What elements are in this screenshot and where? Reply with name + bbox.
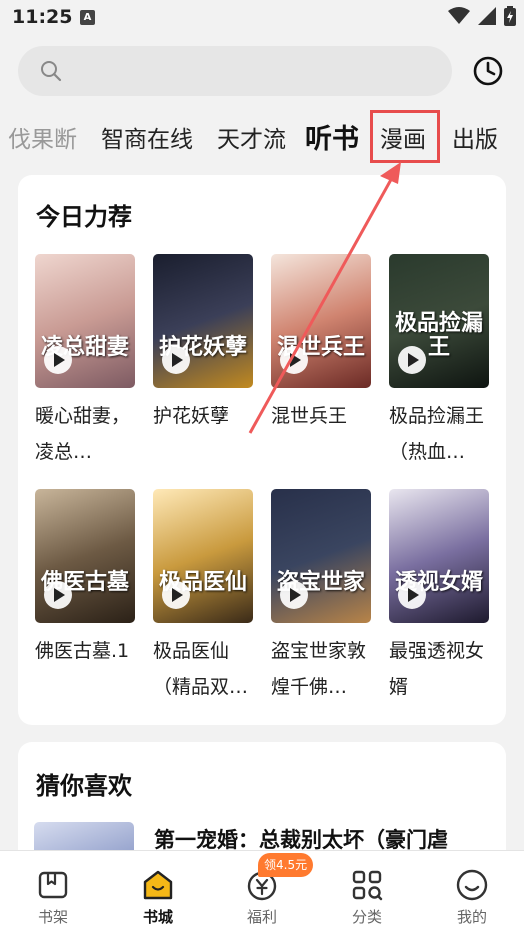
history-button[interactable]	[470, 53, 506, 89]
book-title: 极品捡漏王（热血…	[389, 405, 485, 463]
tab-item[interactable]: 智商在线	[101, 120, 193, 154]
notification-icon: A	[80, 10, 95, 25]
wifi-icon	[448, 7, 470, 24]
book-title: 混世兵王	[271, 405, 348, 427]
book-item[interactable]: 极品医仙 极品医仙（精品双…	[153, 489, 255, 705]
nav-label: 分类	[351, 908, 382, 926]
book-item[interactable]: 佛医古墓 佛医古墓.1	[35, 489, 137, 705]
book-title: 佛医古墓.1	[35, 640, 130, 662]
tab-item[interactable]: 天才流	[217, 120, 286, 154]
book-cover[interactable]: 混世兵王	[271, 254, 371, 388]
book-cover[interactable]: 盗宝世家	[271, 489, 371, 623]
book-cover[interactable]: 佛医古墓	[35, 489, 135, 623]
battery-icon	[504, 6, 516, 26]
nav-profile[interactable]: 我的	[432, 851, 512, 933]
nav-label: 我的	[456, 908, 487, 926]
book-cover[interactable]: 极品捡漏王	[389, 254, 489, 388]
nav-bookshelf[interactable]: 书架	[13, 851, 93, 933]
clock-icon	[473, 56, 503, 86]
book-cover[interactable]: 透视女婿	[389, 489, 489, 623]
book-cover[interactable]: 极品医仙	[153, 489, 253, 623]
play-icon[interactable]	[44, 581, 72, 609]
bookstore-home-icon	[143, 870, 173, 900]
book-title: 极品医仙（精品双…	[153, 640, 249, 698]
recommend-section: 今日力荐 凌总甜妻 暖心甜妻，凌总… 护花妖孽 护花妖孽 混世兵王 混世兵王 极…	[18, 175, 506, 725]
section-title: 猜你喜欢	[36, 772, 132, 800]
tab-item-active[interactable]: 听书	[305, 117, 359, 156]
book-title: 最强透视女婿	[389, 640, 485, 698]
book-item[interactable]: 极品捡漏王 极品捡漏王（热血…	[389, 254, 491, 470]
status-bar: 11:25 A	[0, 0, 524, 36]
book-title: 暖心甜妻，凌总…	[35, 405, 131, 463]
play-icon[interactable]	[398, 346, 426, 374]
nav-category[interactable]: 分类	[327, 851, 407, 933]
category-tabs: 伐果断 智商在线 天才流 听书 漫画 出版	[0, 110, 524, 162]
book-cover[interactable]: 凌总甜妻	[35, 254, 135, 388]
book-item[interactable]: 凌总甜妻 暖心甜妻，凌总…	[35, 254, 137, 470]
play-icon[interactable]	[44, 346, 72, 374]
profile-smile-icon	[456, 869, 488, 901]
book-title: 盗宝世家敦煌千佛…	[271, 640, 367, 698]
nav-label: 福利	[246, 908, 277, 926]
play-icon[interactable]	[280, 346, 308, 374]
section-title: 今日力荐	[36, 203, 132, 231]
book-item[interactable]: 透视女婿 最强透视女婿	[389, 489, 491, 705]
book-item[interactable]: 护花妖孽 护花妖孽	[153, 254, 255, 470]
bookshelf-icon	[38, 871, 68, 899]
search-icon	[41, 61, 62, 82]
category-grid-icon	[352, 870, 383, 901]
nav-label: 书架	[37, 908, 68, 926]
book-item[interactable]: 混世兵王 混世兵王	[271, 254, 373, 470]
book-title: 护花妖孽	[153, 405, 230, 427]
search-input[interactable]	[18, 46, 452, 96]
play-icon[interactable]	[398, 581, 426, 609]
play-icon[interactable]	[280, 581, 308, 609]
play-icon[interactable]	[162, 346, 190, 374]
signal-icon	[478, 7, 496, 25]
status-icons	[448, 6, 516, 26]
reward-badge[interactable]: 领4.5元	[258, 853, 314, 877]
tab-item[interactable]: 出版	[452, 120, 498, 154]
tab-item[interactable]: 伐果断	[8, 120, 77, 154]
nav-bookstore[interactable]: 书城	[118, 851, 198, 933]
play-icon[interactable]	[162, 581, 190, 609]
book-item[interactable]: 盗宝世家 盗宝世家敦煌千佛…	[271, 489, 373, 705]
nav-label: 书城	[142, 908, 173, 926]
book-cover[interactable]: 护花妖孽	[153, 254, 253, 388]
status-time: 11:25	[12, 6, 73, 28]
highlight-box	[370, 110, 440, 163]
